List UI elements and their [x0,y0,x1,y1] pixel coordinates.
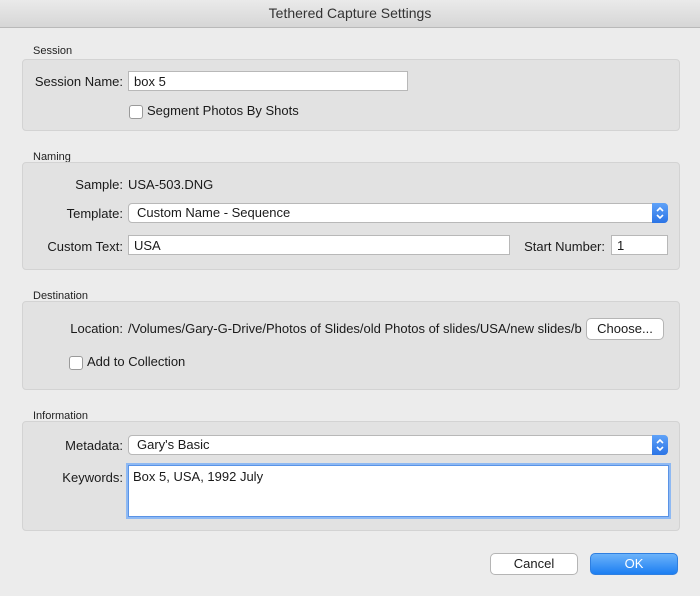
window-title: Tethered Capture Settings [0,0,700,28]
template-select-value: Custom Name - Sequence [137,205,291,220]
sample-label: Sample: [75,177,123,192]
metadata-select-value: Gary's Basic [137,437,210,452]
keywords-textarea[interactable]: Box 5, USA, 1992 July [126,463,671,519]
cancel-button[interactable]: Cancel [490,553,578,575]
session-panel: Session Name: Segment Photos By Shots [22,59,680,131]
metadata-label: Metadata: [65,438,123,453]
template-select[interactable]: Custom Name - Sequence [128,203,668,223]
custom-text-label: Custom Text: [47,239,123,254]
updown-chevron-icon [652,203,668,223]
session-name-input[interactable] [128,71,408,91]
custom-text-input[interactable] [128,235,510,255]
section-label-session: Session [33,45,73,57]
naming-panel: Sample: USA-503.DNG Template: Custom Nam… [22,162,680,270]
add-to-collection-label: Add to Collection [87,354,186,369]
information-panel: Metadata: Gary's Basic Keywords: Box 5, … [22,421,680,531]
template-label: Template: [66,206,123,221]
ok-button[interactable]: OK [590,553,678,575]
metadata-select[interactable]: Gary's Basic [128,435,668,455]
keywords-label: Keywords: [62,470,123,485]
segment-photos-checkbox[interactable] [129,105,143,119]
start-number-input[interactable] [611,235,668,255]
session-name-label: Session Name: [34,74,123,89]
location-path: /Volumes/Gary-G-Drive/Photos of Slides/o… [128,321,582,336]
location-label: Location: [70,321,123,336]
start-number-label: Start Number: [524,239,605,254]
add-to-collection-checkbox[interactable] [69,356,83,370]
sample-value: USA-503.DNG [128,177,214,192]
updown-chevron-icon [652,435,668,455]
segment-photos-label: Segment Photos By Shots [147,103,299,118]
choose-button[interactable]: Choose... [586,318,664,340]
destination-panel: Location: /Volumes/Gary-G-Drive/Photos o… [22,301,680,390]
